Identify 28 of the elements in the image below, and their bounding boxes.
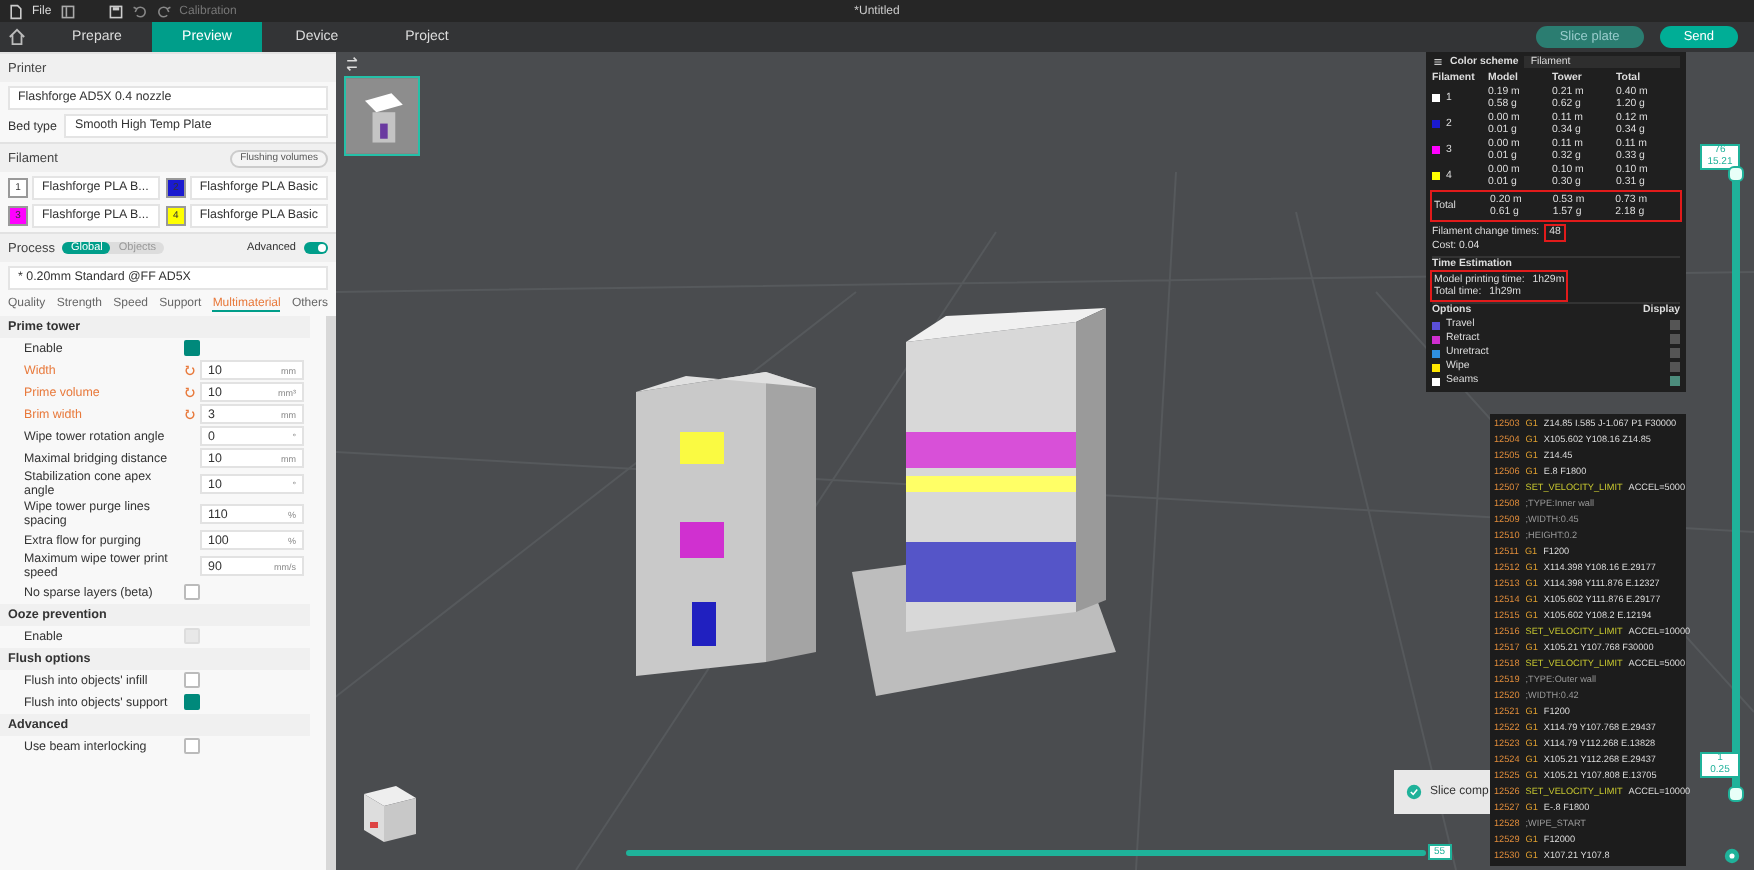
plate-thumbnail[interactable] [344,76,420,156]
display-checkbox[interactable] [1670,334,1680,344]
display-checkbox[interactable] [1670,348,1680,358]
layer-slider[interactable] [1728,166,1744,802]
file-icon[interactable] [8,3,24,19]
redo-icon[interactable] [155,3,172,19]
slider-handle[interactable] [1728,786,1744,802]
checkbox[interactable] [184,340,200,356]
reset-icon[interactable] [184,364,196,376]
reset-icon[interactable] [184,408,196,420]
checkbox[interactable] [184,738,200,754]
move-slider[interactable] [626,844,1426,862]
undo-icon[interactable] [131,3,148,19]
checkbox[interactable] [184,672,200,688]
display-checkbox[interactable] [1670,320,1680,330]
menu-icon[interactable] [1432,56,1444,68]
advanced-switch[interactable] [304,242,328,254]
panel-icon[interactable] [59,3,76,19]
display-checkbox[interactable] [1670,362,1680,372]
slider-handle[interactable] [1728,166,1744,182]
checkbox[interactable] [184,584,200,600]
save-icon[interactable] [107,3,124,19]
home-icon[interactable] [8,28,26,46]
switch-view-icon[interactable] [344,56,360,72]
display-checkbox[interactable] [1670,376,1680,386]
checkbox[interactable] [184,694,200,710]
check-icon [1406,784,1422,800]
reset-icon[interactable] [184,386,196,398]
